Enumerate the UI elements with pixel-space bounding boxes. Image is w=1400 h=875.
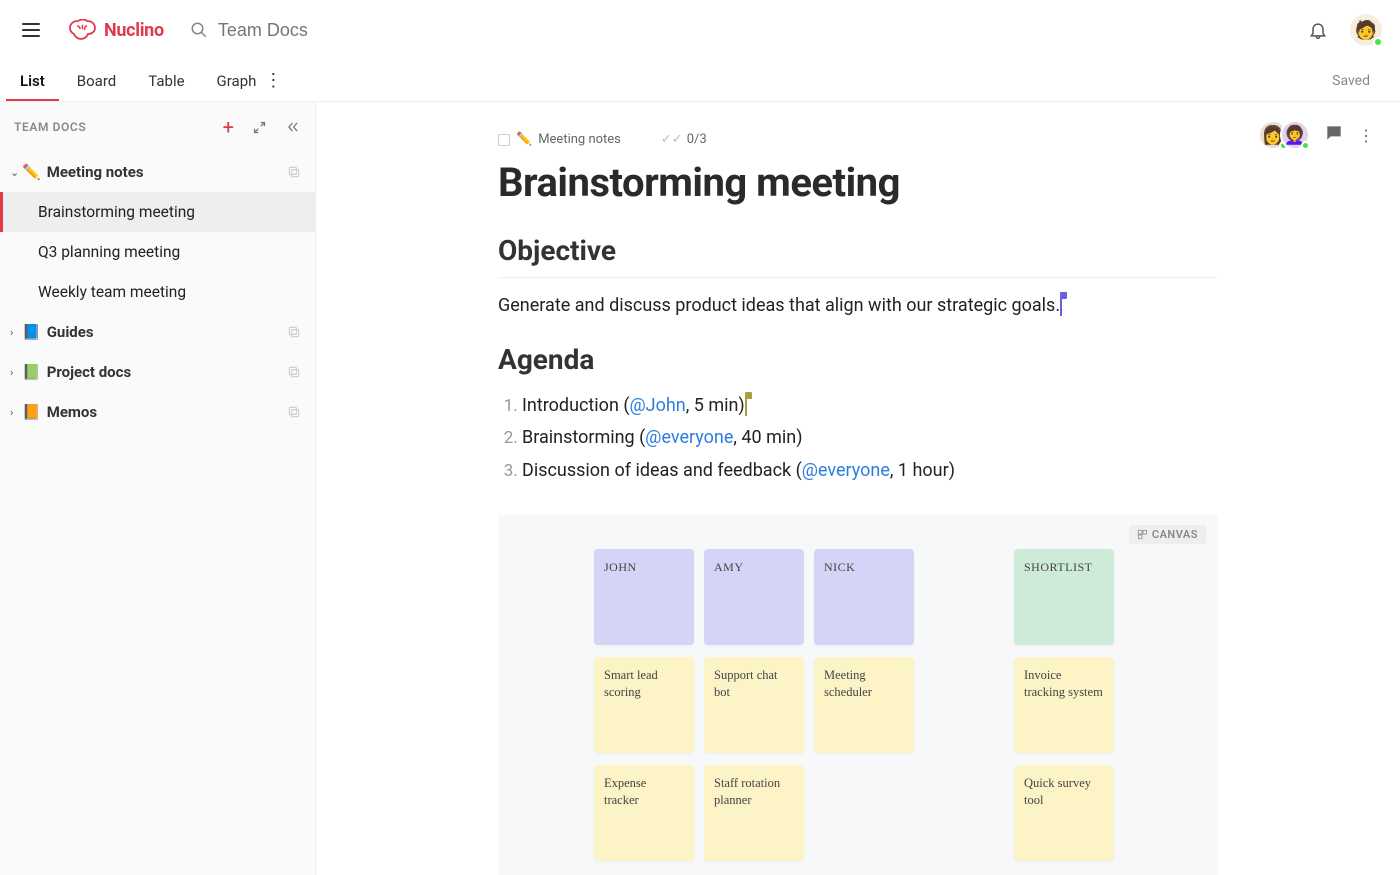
app-logo[interactable]: Nuclino <box>68 19 164 41</box>
collab-cursor-purple <box>1060 296 1062 316</box>
view-tab-graph[interactable]: Graph <box>213 62 261 100</box>
canvas-card[interactable]: Quick survey tool <box>1014 765 1114 861</box>
sidebar-item-project-docs[interactable]: › 📗 Project docs <box>0 352 315 392</box>
breadcrumb-label: Meeting notes <box>538 132 621 147</box>
canvas-block[interactable]: CANVAS JOHN Smart lead scoring Expense tra… <box>498 515 1218 875</box>
collection-icon <box>287 165 301 179</box>
agenda-heading[interactable]: Agenda <box>498 343 1218 376</box>
agenda-item[interactable]: Discussion of ideas and feedback (@every… <box>522 455 1218 487</box>
chevron-right-icon: › <box>10 326 20 339</box>
breadcrumb-emoji: ✏️ <box>516 132 532 147</box>
collection-icon <box>287 405 301 419</box>
sidebar-page-weekly-team-meeting[interactable]: Weekly team meeting <box>0 272 315 312</box>
notifications-icon[interactable] <box>1308 20 1328 40</box>
mention[interactable]: @John <box>630 395 686 416</box>
collaborator-avatars[interactable]: 👩 👩‍🦱 <box>1258 120 1310 150</box>
canvas-header-card[interactable]: JOHN <box>594 549 694 645</box>
sidebar-page-brainstorming-meeting[interactable]: Brainstorming meeting <box>0 192 315 232</box>
canvas-header-card[interactable]: SHORTLIST <box>1014 549 1114 645</box>
page-title[interactable]: Brainstorming meeting <box>498 159 1218 206</box>
collapse-sidebar-icon[interactable] <box>285 120 301 134</box>
view-tab-list[interactable]: List <box>16 62 49 100</box>
logo-text: Nuclino <box>104 20 164 41</box>
canvas-card[interactable]: Smart lead scoring <box>594 657 694 753</box>
canvas-badge: CANVAS <box>1129 525 1206 544</box>
chevron-down-icon: ⌄ <box>10 166 20 179</box>
objective-text[interactable]: Generate and discuss product ideas that … <box>498 292 1218 319</box>
canvas-header-card[interactable]: NICK <box>814 549 914 645</box>
sidebar: TEAM DOCS + ⌄ ✏️ Meeting notes Brainstor… <box>0 102 316 875</box>
sidebar-item-guides[interactable]: › 📘 Guides <box>0 312 315 352</box>
search-input-wrap[interactable] <box>190 20 1308 41</box>
doc-more-icon[interactable]: ⋮ <box>1358 126 1374 145</box>
agenda-item[interactable]: Introduction (@John, 5 min) <box>522 390 1218 422</box>
views-more-icon[interactable]: ⋮ <box>264 72 282 90</box>
chevron-right-icon: › <box>10 406 20 419</box>
brain-icon <box>68 19 98 41</box>
chevron-right-icon: › <box>10 366 20 379</box>
canvas-card[interactable]: Invoice tracking system <box>1014 657 1114 753</box>
presence-indicator <box>1373 37 1383 47</box>
search-icon <box>190 21 208 39</box>
canvas-card[interactable]: Meeting scheduler <box>814 657 914 753</box>
collab-cursor-olive <box>745 396 747 416</box>
search-input[interactable] <box>218 20 450 41</box>
view-tab-table[interactable]: Table <box>144 62 188 100</box>
canvas-card[interactable]: Support chat bot <box>704 657 804 753</box>
collection-icon <box>287 365 301 379</box>
canvas-header-card[interactable]: AMY <box>704 549 804 645</box>
mention[interactable]: @everyone <box>802 460 890 481</box>
collection-icon <box>287 325 301 339</box>
expand-icon[interactable] <box>252 120 267 135</box>
sidebar-page-q3-planning-meeting[interactable]: Q3 planning meeting <box>0 232 315 272</box>
check-icon: ✓✓ <box>661 132 683 147</box>
page-icon <box>498 134 510 146</box>
agenda-item[interactable]: Brainstorming (@everyone, 40 min) <box>522 422 1218 454</box>
user-avatar[interactable]: 🧑 <box>1350 14 1382 46</box>
menu-button[interactable] <box>22 17 48 43</box>
canvas-card[interactable]: Expense tracker <box>594 765 694 861</box>
mention[interactable]: @everyone <box>645 427 733 448</box>
view-tab-board[interactable]: Board <box>73 62 120 100</box>
objective-heading[interactable]: Objective <box>498 234 1218 267</box>
sidebar-item-memos[interactable]: › 📙 Memos <box>0 392 315 432</box>
add-item-button[interactable]: + <box>223 115 234 139</box>
workspace-label: TEAM DOCS <box>14 120 86 134</box>
tasks-counter[interactable]: ✓✓0/3 <box>661 132 707 147</box>
sidebar-item-meeting-notes[interactable]: ⌄ ✏️ Meeting notes <box>0 152 315 192</box>
comments-icon[interactable] <box>1324 123 1344 147</box>
agenda-list[interactable]: Introduction (@John, 5 min)Brainstorming… <box>522 390 1218 487</box>
save-status: Saved <box>1332 73 1370 89</box>
canvas-card[interactable]: Staff rotation planner <box>704 765 804 861</box>
breadcrumb[interactable]: ✏️ Meeting notes <box>498 132 621 147</box>
